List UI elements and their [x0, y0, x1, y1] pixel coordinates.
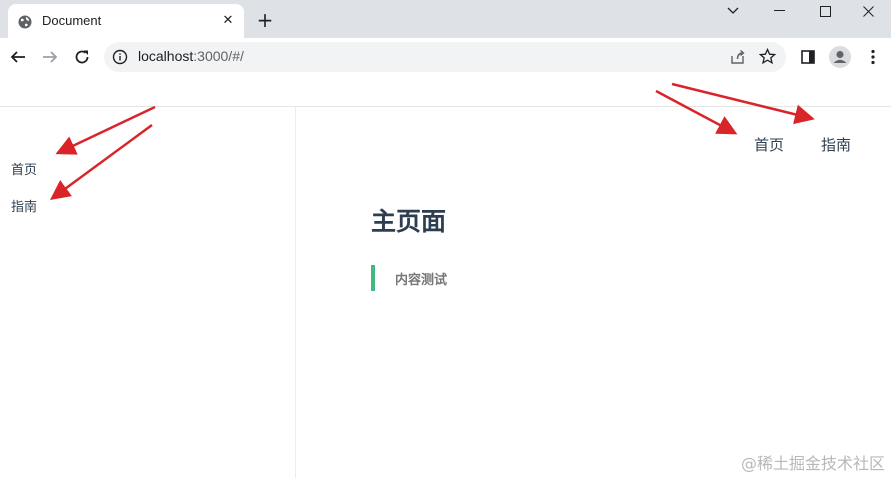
- watermark: @稀土掘金技术社区: [740, 454, 885, 473]
- url-text: localhost:3000/#/: [138, 48, 244, 64]
- chevron-down-icon[interactable]: [710, 0, 756, 22]
- profile-icon[interactable]: [828, 45, 852, 69]
- maximize-button[interactable]: [802, 0, 848, 22]
- globe-icon: [18, 14, 32, 29]
- address-bar[interactable]: localhost:3000/#/: [104, 42, 786, 72]
- annotation-arrow: [671, 82, 815, 125]
- info-icon[interactable]: [112, 49, 128, 65]
- back-icon[interactable]: [6, 45, 30, 69]
- sidebar-item-guide[interactable]: 指南: [11, 196, 37, 215]
- sidepanel-icon[interactable]: [796, 45, 820, 69]
- annotation-arrow: [655, 89, 738, 135]
- menu-icon[interactable]: [861, 45, 885, 69]
- tab-strip: Document ✕ +: [0, 0, 891, 38]
- nav-item-home[interactable]: 首页: [754, 134, 784, 155]
- browser-tab[interactable]: Document ✕: [8, 4, 244, 38]
- close-icon[interactable]: ✕: [220, 13, 236, 29]
- blockquote-text: 内容测试: [395, 273, 448, 288]
- forward-icon[interactable]: [38, 45, 62, 69]
- url-path: :3000/#/: [193, 48, 244, 64]
- share-icon[interactable]: [730, 49, 746, 69]
- page-title: 主页面: [371, 207, 447, 236]
- new-tab-button[interactable]: +: [254, 10, 276, 32]
- blockquote-bar: [371, 265, 375, 291]
- browser-toolbar: localhost:3000/#/: [0, 38, 891, 76]
- nav-item-guide[interactable]: 指南: [821, 134, 851, 155]
- sidebar-item-home[interactable]: 首页: [11, 159, 37, 178]
- sidebar: [0, 107, 296, 478]
- star-icon[interactable]: [758, 47, 777, 69]
- url-host: localhost: [138, 48, 194, 64]
- reload-icon[interactable]: [70, 45, 94, 69]
- tab-title: Document: [42, 13, 102, 28]
- minimize-button[interactable]: [756, 0, 802, 22]
- window-close-button[interactable]: [845, 0, 891, 22]
